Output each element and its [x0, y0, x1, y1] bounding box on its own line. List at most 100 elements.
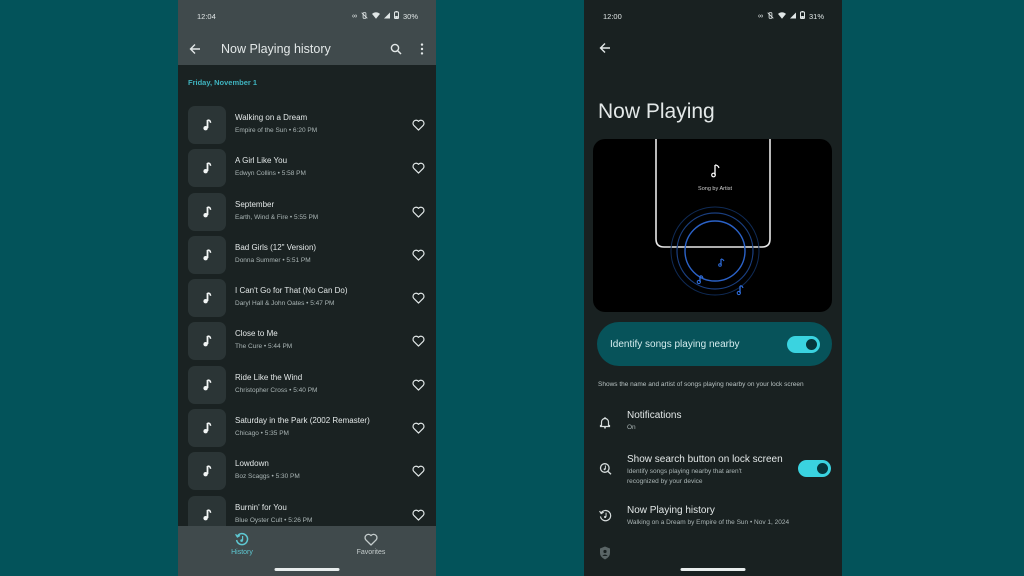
search-button-subtitle: Identify songs playing nearby that aren'…	[627, 467, 742, 487]
favorite-button[interactable]	[410, 333, 426, 349]
song-subtitle: Earth, Wind & Fire • 5:55 PM	[235, 213, 319, 221]
arrow-back-icon	[189, 43, 200, 54]
identify-songs-toggle-card[interactable]: Identify songs playing nearby	[597, 322, 832, 366]
heart-outline-icon	[411, 249, 425, 261]
song-text: September Earth, Wind & Fire • 5:55 PM	[235, 200, 318, 221]
song-thumbnail	[188, 365, 226, 404]
song-subtitle: Blue Oyster Cult • 5:26 PM	[235, 516, 313, 524]
gesture-handle[interactable]	[680, 568, 746, 571]
music-note-icon	[203, 249, 212, 261]
song-list-item[interactable]: Close to Me The Cure • 5:44 PM	[178, 320, 436, 363]
search-button-switch[interactable]	[798, 460, 831, 477]
status-bar: 12:00 ∞ 31%	[584, 0, 842, 32]
song-list-item[interactable]: Bad Girls (12" Version) Donna Summer • 5:…	[178, 234, 436, 277]
now-playing-illustration: Song by Artist	[593, 139, 832, 312]
notifications-title: Notifications	[627, 410, 682, 421]
favorite-button[interactable]	[410, 160, 426, 176]
status-icons: ∞ 31%	[758, 11, 824, 21]
setting-now-playing-history[interactable]: Now Playing history Walking on a Dream b…	[584, 502, 842, 532]
song-list-item[interactable]: Ride Like the Wind Christopher Cross • 5:…	[178, 364, 436, 407]
history-title: Now Playing history	[627, 505, 715, 516]
status-time: 12:04	[197, 11, 216, 21]
song-thumbnail	[188, 279, 226, 318]
song-thumbnail	[188, 409, 226, 448]
bottom-navigation: History Favorites	[178, 526, 436, 576]
heart-outline-icon	[411, 509, 425, 521]
song-text: Close to Me The Cure • 5:44 PM	[235, 329, 292, 350]
status-icons: ∞ 30%	[352, 11, 418, 21]
heart-icon	[364, 533, 378, 546]
song-list-item[interactable]: Lowdown Boz Scaggs • 5:30 PM	[178, 450, 436, 493]
song-list-item[interactable]: I Can't Go for That (No Can Do) Daryl Hal…	[178, 277, 436, 320]
music-note-icon	[203, 509, 212, 521]
song-thumbnail	[188, 452, 226, 491]
heart-outline-icon	[411, 379, 425, 391]
nav-favorites-label: Favorites	[356, 549, 386, 556]
more-vert-icon	[420, 42, 424, 55]
identify-songs-switch[interactable]	[787, 335, 820, 353]
favorite-button[interactable]	[410, 420, 426, 436]
history-icon	[597, 507, 613, 523]
search-button[interactable]	[383, 36, 409, 62]
music-note-icon	[736, 285, 744, 296]
song-title: I Can't Go for That (No Can Do)	[235, 286, 348, 296]
identify-description: Shows the name and artist of songs playi…	[598, 381, 804, 388]
song-title: Saturday in the Park (2002 Remaster)	[235, 416, 370, 426]
back-button[interactable]	[179, 33, 211, 65]
heart-outline-icon	[411, 422, 425, 434]
favorite-button[interactable]	[410, 117, 426, 133]
song-list-item[interactable]: September Earth, Wind & Fire • 5:55 PM	[178, 191, 436, 234]
song-text: Burnin' for You Blue Oyster Cult • 5:26 P…	[235, 503, 312, 524]
song-subtitle: Chicago • 5:35 PM	[235, 430, 289, 438]
link-icon: ∞	[351, 12, 357, 20]
song-text: Ride Like the Wind Christopher Cross • 5:…	[235, 373, 317, 394]
app-bar: Now Playing history	[178, 32, 436, 65]
gesture-handle[interactable]	[274, 568, 340, 571]
music-note-icon	[203, 162, 212, 174]
heart-outline-icon	[411, 119, 425, 131]
battery-percent: 31%	[808, 11, 824, 21]
music-note-icon	[711, 164, 720, 178]
date-header: Friday, November 1	[188, 78, 258, 87]
song-list-item[interactable]: Walking on a Dream Empire of the Sun • 6:…	[178, 104, 436, 147]
song-list-item[interactable]: A Girl Like You Edwyn Collins • 5:58 PM	[178, 147, 436, 190]
favorite-button[interactable]	[410, 507, 426, 523]
song-thumbnail	[188, 149, 226, 188]
wifi-icon	[777, 11, 786, 21]
favorite-button[interactable]	[410, 463, 426, 479]
history-list: Walking on a Dream Empire of the Sun • 6:…	[178, 104, 436, 537]
music-note-icon	[203, 292, 212, 304]
notifications-subtitle: On	[627, 424, 636, 431]
more-options-button[interactable]	[409, 36, 435, 62]
song-subtitle: Daryl Hall & John Oates • 5:47 PM	[235, 300, 335, 308]
favorite-button[interactable]	[410, 247, 426, 263]
switch-knob	[806, 338, 817, 350]
favorite-button[interactable]	[410, 290, 426, 306]
nav-favorites[interactable]: Favorites	[331, 530, 411, 556]
song-subtitle: Edwyn Collins • 5:58 PM	[235, 170, 306, 178]
song-title: Close to Me	[235, 329, 278, 339]
history-screen: 12:04 ∞ 30% Now Playing history Friday, …	[178, 0, 436, 576]
favorite-button[interactable]	[410, 377, 426, 393]
setting-notifications[interactable]: Notifications On	[584, 405, 842, 439]
search-icon	[390, 43, 402, 55]
illustration-graphic: Song by Artist	[655, 139, 771, 296]
song-title: September	[235, 199, 275, 209]
signal-icon	[789, 12, 796, 21]
back-button[interactable]	[589, 32, 621, 64]
arrow-back-icon	[599, 43, 610, 53]
song-title: Bad Girls (12" Version)	[235, 242, 317, 252]
song-list-item[interactable]: Saturday in the Park (2002 Remaster) Chic…	[178, 407, 436, 450]
song-text: Saturday in the Park (2002 Remaster) Chic…	[235, 416, 370, 437]
favorite-button[interactable]	[410, 204, 426, 220]
heart-outline-icon	[411, 336, 425, 348]
setting-search-button[interactable]: Show search button on lock screen Identi…	[584, 450, 842, 490]
setting-privacy[interactable]	[584, 541, 842, 565]
bell-icon	[597, 414, 613, 430]
wifi-icon	[371, 11, 380, 21]
nav-history-label: History	[231, 549, 253, 556]
song-subtitle: Empire of the Sun • 6:20 PM	[235, 127, 318, 134]
nav-history[interactable]: History	[202, 530, 282, 556]
heart-outline-icon	[411, 206, 425, 218]
song-text: I Can't Go for That (No Can Do) Daryl Hal…	[235, 286, 348, 307]
